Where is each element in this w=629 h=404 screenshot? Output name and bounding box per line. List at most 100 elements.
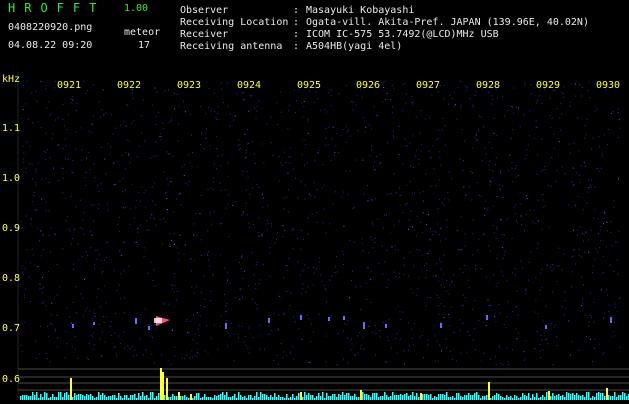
level-bar [592,396,594,400]
noise-dot [575,204,577,206]
noise-dot [391,106,393,108]
noise-dot [62,192,64,194]
noise-dot [386,92,388,94]
noise-dot [472,147,474,149]
noise-dot [563,86,565,88]
noise-dot [209,211,211,213]
noise-dot [420,143,422,145]
noise-dot [408,275,410,277]
noise-dot [254,302,256,304]
noise-dot [293,228,295,230]
noise-dot [478,115,480,117]
noise-dot [225,320,227,321]
level-bar [382,396,384,400]
noise-dot [93,115,94,117]
noise-dot [191,286,193,288]
noise-dot [535,102,537,104]
noise-dot [350,349,352,351]
noise-dot [325,128,327,130]
noise-dot [397,305,399,307]
echo-mark [610,317,612,323]
noise-dot [488,164,490,166]
info-observer-label: Observer [180,5,229,16]
noise-dot [558,141,560,143]
noise-dot [410,165,412,167]
noise-dot [488,245,490,247]
level-bar [422,394,424,400]
noise-dot [311,213,313,215]
noise-dot [107,209,109,211]
noise-dot [537,154,539,156]
noise-dot [369,236,371,238]
noise-dot [93,204,95,206]
noise-dot [41,178,43,180]
y-tick-0-9: 0.9 [2,223,21,234]
noise-dot [383,81,385,83]
noise-dot [38,353,40,355]
noise-dot [370,129,372,130]
noise-dot [411,192,413,194]
noise-dot [274,242,276,244]
noise-dot [32,122,34,124]
noise-dot [34,264,36,266]
noise-dot [409,142,411,144]
noise-dot [359,332,361,334]
noise-dot [217,106,219,108]
noise-dot [117,224,119,225]
noise-dot [556,281,558,283]
noise-dot [525,293,527,294]
level-bar [612,396,614,400]
noise-dot [184,111,186,113]
level-bar [452,396,454,400]
noise-dot [248,327,250,329]
noise-dot [459,80,461,82]
noise-dot [460,352,462,354]
noise-dot [456,229,458,231]
noise-dot [405,204,407,206]
noise-dot [608,311,610,312]
noise-dot [277,231,278,233]
noise-dot [94,312,96,314]
level-bar [36,392,38,400]
noise-dot [489,184,491,186]
noise-dot [226,310,228,312]
noise-dot [540,171,542,173]
noise-dot [157,111,159,113]
noise-dot [273,360,275,361]
noise-dot [80,127,82,129]
noise-dot [613,270,615,272]
noise-dot [385,98,387,100]
level-bar [98,392,100,400]
noise-dot [462,170,464,172]
noise-dot [551,324,553,326]
noise-dot [300,292,302,294]
datetime: 04.08.22 09:20 [8,40,93,51]
noise-dot [363,348,365,350]
noise-dot [409,345,410,347]
noise-dot [235,297,236,299]
noise-dot [525,214,527,216]
noise-dot [55,328,56,330]
noise-dot [610,231,612,233]
noise-dot [229,282,231,284]
noise-dot [290,353,292,355]
level-bar [574,395,576,400]
noise-dot [502,247,504,249]
noise-dot [467,331,469,333]
noise-dot [555,336,557,338]
noise-dot [51,302,53,304]
level-bar [86,394,88,400]
noise-dot [324,287,326,289]
noise-dot [99,338,101,340]
noise-dot [92,84,94,85]
noise-dot [423,357,424,359]
level-bar [560,396,562,400]
noise-dot [584,137,586,139]
level-bar [414,396,416,400]
noise-dot [386,287,388,288]
noise-dot [68,228,70,230]
noise-dot [85,172,87,173]
noise-dot [41,287,43,289]
noise-dot [75,131,77,133]
noise-dot [148,324,150,326]
